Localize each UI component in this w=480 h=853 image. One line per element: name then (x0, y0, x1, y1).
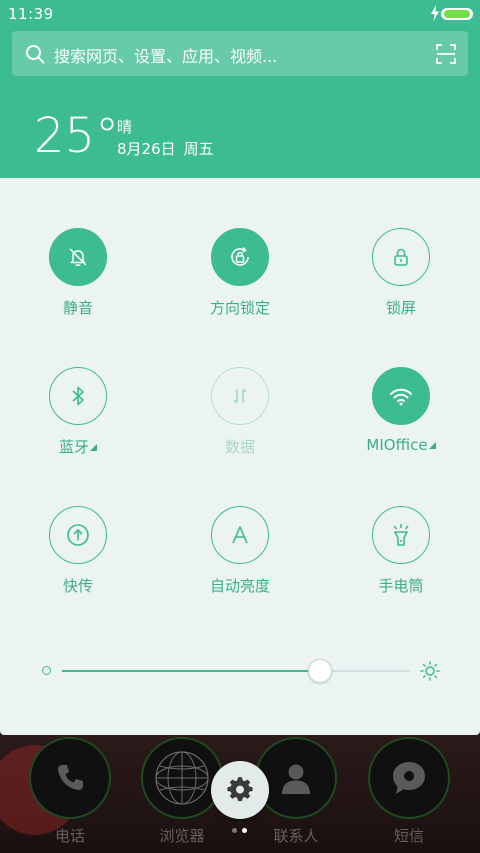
browser-globe-icon (155, 751, 209, 805)
bell-off-icon (69, 248, 87, 266)
search-icon (26, 45, 45, 64)
battery-icon (441, 8, 473, 20)
letter-a-icon (232, 526, 248, 544)
flashlight-icon (393, 524, 409, 546)
contact-person-icon (282, 764, 310, 794)
toggle-lock-screen[interactable]: 锁屏 (341, 228, 461, 338)
expand-triangle-icon (90, 444, 97, 451)
search-placeholder: 搜索网页、设置、应用、视频... (54, 47, 278, 66)
bluetooth-icon (72, 386, 84, 406)
bluetooth-label-text: 蓝牙 (58, 438, 89, 456)
bluetooth-toggle-circle[interactable] (49, 367, 107, 425)
upload-arrow-icon (67, 524, 89, 546)
toggle-wifi[interactable]: MIOffice (341, 367, 461, 477)
contacts-app-label: 联系人 (273, 827, 319, 845)
quick-transfer-toggle-circle[interactable] (49, 506, 107, 564)
mute-label: 静音 (62, 299, 93, 317)
scan-icon[interactable] (436, 44, 456, 64)
toggle-bluetooth[interactable]: 蓝牙 (18, 367, 138, 477)
dock-app-phone[interactable]: 电话 (25, 737, 115, 847)
phone-icon (58, 765, 83, 790)
weather-condition: 晴 (117, 118, 133, 136)
toggle-quick-transfer[interactable]: 快传 (18, 506, 138, 616)
messages-app-icon[interactable] (368, 737, 450, 819)
toggle-flashlight[interactable]: 手电筒 (341, 506, 461, 616)
message-bubble-icon (393, 762, 425, 794)
rotation-lock-icon (231, 246, 249, 266)
toggle-rotation-lock[interactable]: 方向锁定 (180, 228, 300, 338)
data-label: 数据 (224, 438, 255, 456)
page-indicator (232, 828, 252, 834)
quick-transfer-label: 快传 (62, 577, 93, 595)
phone-app-icon[interactable] (29, 737, 111, 819)
mute-toggle-circle[interactable] (49, 228, 107, 286)
browser-app-icon[interactable] (141, 737, 223, 819)
brightness-track[interactable] (62, 659, 410, 683)
wifi-icon (390, 388, 412, 406)
wifi-label-text: MIOffice (366, 436, 428, 454)
toggle-mute[interactable]: 静音 (18, 228, 138, 338)
phone-app-label: 电话 (54, 827, 85, 845)
bluetooth-label: 蓝牙 (18, 436, 138, 457)
weather-temperature[interactable]: 25° (34, 108, 119, 164)
toggle-auto-brightness[interactable]: 自动亮度 (180, 506, 300, 616)
rotation-lock-label: 方向锁定 (209, 299, 270, 317)
weekday-text: 周五 (183, 140, 214, 158)
header: 11:39 搜索网页、设置、应用、视频... 25° 晴 8月26日 周五 (0, 0, 480, 178)
status-time: 11:39 (8, 5, 54, 23)
brightness-slider[interactable] (0, 656, 480, 686)
lock-icon (394, 248, 408, 266)
weather-date: 8月26日 周五 (117, 138, 222, 159)
page-dot-1 (232, 828, 237, 833)
gear-icon (227, 777, 253, 801)
data-toggle-circle[interactable] (211, 367, 269, 425)
auto-brightness-label: 自动亮度 (209, 577, 270, 595)
messages-app-label: 短信 (393, 827, 424, 845)
expand-triangle-icon (428, 442, 436, 449)
dock-app-messages[interactable]: 短信 (364, 737, 454, 847)
brightness-thumb[interactable] (307, 659, 332, 683)
page-dot-2 (242, 828, 247, 833)
flashlight-label: 手电筒 (378, 577, 424, 595)
search-bar[interactable]: 搜索网页、设置、应用、视频... (12, 31, 468, 76)
auto-brightness-toggle-circle[interactable] (211, 506, 269, 564)
wifi-label: MIOffice (341, 436, 461, 454)
toggle-data[interactable]: 数据 (180, 367, 300, 477)
brightness-fill (62, 670, 320, 672)
quick-settings-panel: 静音 方向锁定 锁屏 蓝牙 数据 MIOffice 快传 自动亮度 手电筒 (0, 178, 480, 735)
charging-bolt-icon (431, 5, 439, 21)
rotation-lock-toggle-circle[interactable] (211, 228, 269, 286)
flashlight-toggle-circle[interactable] (372, 506, 430, 564)
brightness-low-icon (42, 666, 51, 675)
lock-screen-label: 锁屏 (385, 299, 416, 317)
status-bar: 11:39 (0, 0, 480, 28)
browser-app-label: 浏览器 (159, 827, 205, 845)
settings-button[interactable] (211, 761, 269, 819)
data-arrows-icon (233, 388, 247, 404)
date-text: 8月26日 (117, 140, 176, 158)
brightness-high-icon (420, 661, 440, 681)
wifi-toggle-circle[interactable] (372, 367, 430, 425)
lock-screen-toggle-circle[interactable] (372, 228, 430, 286)
contacts-app-icon[interactable] (255, 737, 337, 819)
